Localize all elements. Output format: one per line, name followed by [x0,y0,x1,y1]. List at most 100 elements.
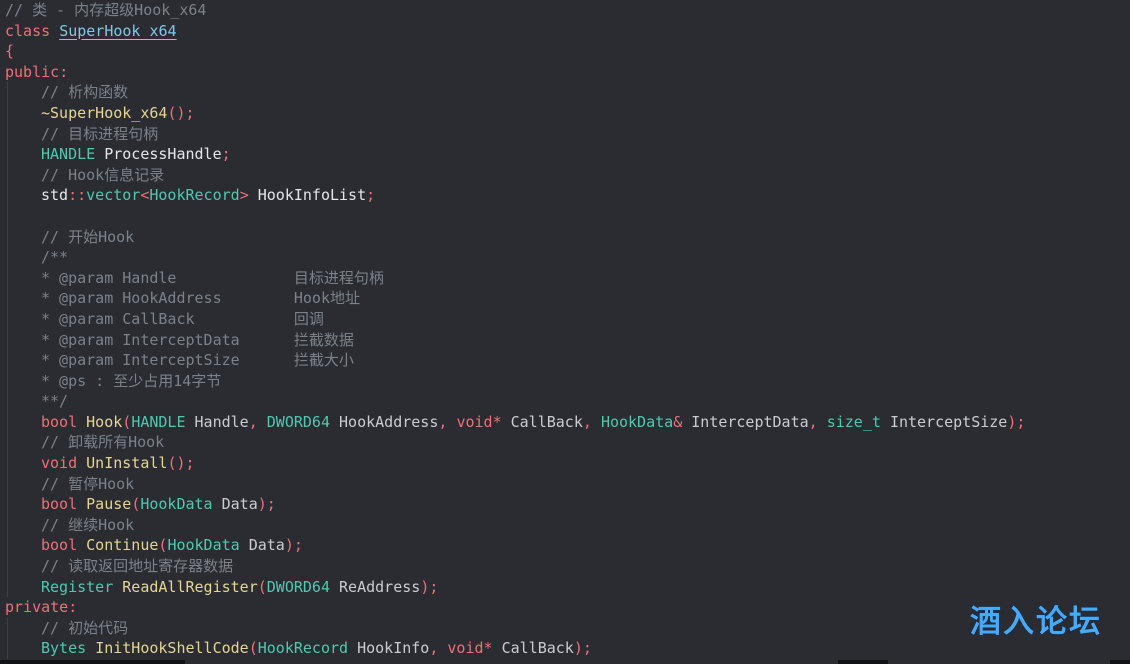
code-line[interactable]: Register ReadAllRegister(DWORD64 ReAddre… [0,576,1130,598]
code-token-punct: ( [122,412,132,431]
code-token-type: Bytes [41,639,96,658]
code-token-type: Register [41,577,123,596]
indent-guide [7,247,8,268]
code-token-punct: & [673,412,692,431]
code-line[interactable]: /** [0,247,1130,268]
code-line[interactable]: void UnInstall(); [0,453,1130,474]
code-token-param: Data [248,536,285,555]
code-token-punct: , [438,412,457,431]
code-line[interactable]: * @param Handle 目标进程句柄 [0,267,1130,289]
code-line[interactable]: ~SuperHook_x64(); [0,102,1130,124]
code-token-punct: , [808,412,827,431]
code-token-func: InitHookShellCode [95,639,249,658]
watermark-graphic: 酒入论坛 [970,604,1101,641]
code-line[interactable]: class SuperHook_x64 [0,21,1130,42]
code-line[interactable]: * @param InterceptData 拦截数据 [0,329,1130,351]
code-token-punct: :: [68,186,87,205]
code-token-doc: * @param HookAddress [41,289,294,308]
code-token-keyword: class [5,21,60,40]
code-line[interactable]: HANDLE ProcessHandle; [0,144,1130,165]
code-line[interactable]: * @param InterceptSize 拦截大小 [0,350,1130,371]
code-token-comment: // 初始代码 [41,618,129,637]
indent-guide [7,288,8,309]
code-line[interactable]: // 目标进程句柄 [0,123,1130,145]
indent-guide [7,411,8,433]
code-token-punct: * [492,412,511,431]
indent-guide [7,494,8,515]
code-line[interactable]: * @ps : 至少占用14字节 [0,370,1130,392]
code-line[interactable]: bool Continue(HookData Data); [0,535,1130,557]
code-line[interactable]: // 析构函数 [0,82,1130,103]
code-token-plain: ProcessHandle [104,145,222,164]
code-token-param: CallBack [510,412,583,431]
code-line[interactable]: **/ [0,391,1130,412]
code-token-comment: // 析构函数 [41,83,129,102]
indent-guide [7,432,8,454]
code-line[interactable]: // 读取返回地址寄存器数据 [0,556,1130,577]
code-line[interactable]: * @param HookAddress Hook地址 [0,288,1130,309]
code-token-punct: ( [131,495,141,514]
indent-guide [7,350,8,371]
code-line[interactable]: public: [0,62,1130,83]
indent-guide [7,514,8,536]
code-token-comment: // 继续Hook [41,515,135,534]
indent-guide [7,226,8,248]
code-token-comment: // 类 - 内存超级Hook_x64 [5,1,207,19]
code-line[interactable]: // 开始Hook [0,226,1130,248]
code-line[interactable] [0,205,1130,227]
code-line[interactable]: bool Pause(HookData Data); [0,494,1130,515]
indent-guide [7,370,8,392]
code-line[interactable]: // 暂停Hook [0,473,1130,495]
code-token-punct: ; [366,186,376,205]
code-token-type: HookRecord [149,186,240,205]
code-editor[interactable]: // 类 - 内存超级Hook_x64class SuperHook_x64{p… [0,0,1130,664]
code-line[interactable]: bool Hook(HANDLE Handle, DWORD64 HookAdd… [0,411,1130,433]
code-token-type: size_t [826,412,890,431]
indent-guide [7,102,8,124]
code-token-punct: ); [420,577,439,596]
code-token-param: Handle [194,412,249,431]
code-line[interactable]: * @param CallBack 回调 [0,308,1130,330]
indent-guide [7,535,8,557]
indent-guide [7,164,8,186]
code-token-comment: // 目标进程句柄 [41,124,159,143]
code-token-type: DWORD64 [266,412,340,431]
code-token-doctext: 拦截大小 [293,351,354,370]
code-token-type: HookData [600,412,674,431]
code-token-type: HookData [140,495,222,514]
code-token-type: HANDLE [131,412,195,431]
code-token-keyword: void [41,454,87,473]
scroll-segment [1110,660,1130,664]
code-token-doc: * @ps : 至少占用14字节 [41,371,222,390]
scroll-segment [0,660,185,664]
code-token-punct: (); [167,454,195,473]
code-line[interactable]: std::vector<HookRecord> HookInfoList; [0,185,1130,206]
code-token-doctext: 目标进程句柄 [293,268,384,287]
code-token-punct: > [239,186,258,205]
code-token-comment: // 暂停Hook [41,474,135,493]
code-token-class: SuperHook_x64 [59,21,177,40]
code-token-param: InterceptSize [889,412,1008,431]
code-token-doc: **/ [41,392,69,411]
code-line[interactable]: { [0,41,1130,62]
code-token-doc: * @param CallBack [41,309,294,328]
code-line[interactable]: // 继续Hook [0,514,1130,536]
indent-guide [7,205,8,227]
code-token-doctext: Hook地址 [293,289,360,308]
code-token-func: Hook [86,412,123,431]
code-line[interactable]: // 类 - 内存超级Hook_x64 [0,0,1130,21]
code-token-punct: ; [221,145,231,164]
code-token-punct: ( [248,639,258,658]
code-line[interactable]: // Hook信息记录 [0,164,1130,186]
code-token-punct: : [68,598,78,617]
code-line[interactable]: // 卸载所有Hook [0,432,1130,454]
indent-guide [7,144,8,165]
code-token-keyword: void [456,412,493,431]
indent-guide [7,453,8,474]
indent-guide [7,308,8,330]
code-token-doc: * @param InterceptData [41,330,294,349]
indent-guide [7,576,8,598]
code-token-punct: ); [284,536,303,555]
code-token-doc: /** [41,248,69,267]
code-token-doctext: 拦截数据 [293,330,354,349]
